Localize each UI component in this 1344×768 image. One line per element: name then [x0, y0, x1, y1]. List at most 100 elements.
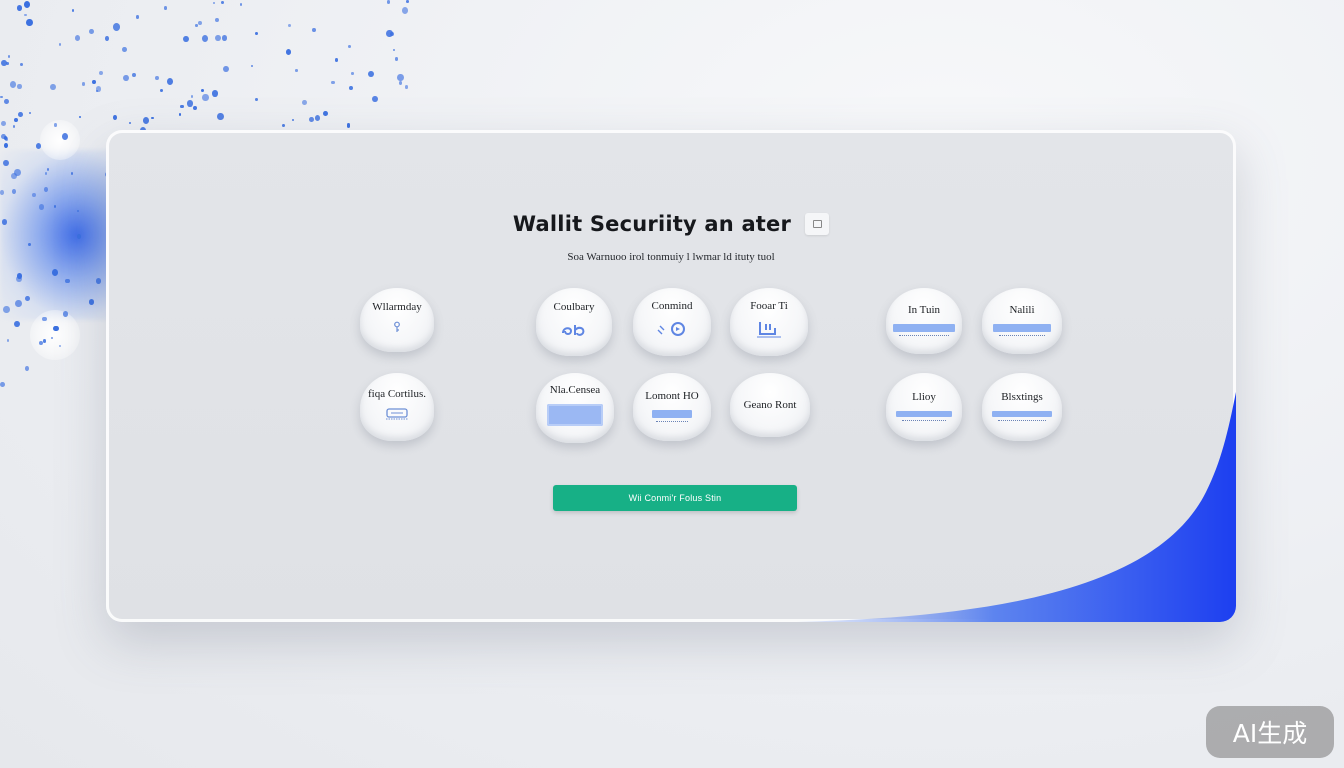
particle-dot: [24, 366, 29, 371]
particle-dot: [200, 88, 205, 93]
particle-dot: [0, 95, 3, 99]
particle-dot: [314, 114, 321, 121]
particle-dot: [213, 1, 216, 5]
option-tile-geano-ront[interactable]: Geano Ront: [730, 373, 810, 437]
particle-dot: [331, 80, 335, 85]
panel-title: Wallit Securiity an ater: [512, 212, 792, 236]
toggle-bar-icon: [896, 411, 952, 421]
particle-dot: [347, 44, 351, 49]
particle-dot: [186, 100, 193, 107]
particle-dot: [63, 311, 68, 317]
particle-dot: [393, 49, 396, 52]
toggle-bar-icon: [993, 324, 1051, 336]
continue-button[interactable]: Wii Conmi'r Folus Stin: [553, 485, 797, 511]
particle-dot: [135, 15, 140, 19]
particle-dot: [193, 105, 198, 111]
particle-dot: [255, 31, 259, 35]
particle-dot: [212, 90, 218, 97]
particle-dot: [39, 340, 44, 345]
option-tile-conmind[interactable]: Conmind: [633, 288, 711, 356]
option-label: Blsxtings: [1001, 391, 1043, 403]
option-tile-nla-censea[interactable]: Nla.Censea: [536, 373, 614, 443]
particle-dot: [112, 115, 118, 121]
particle-dot: [53, 325, 59, 332]
particle-dot: [43, 186, 49, 192]
option-tile-fiqa-cortilus[interactable]: fiqa Cortilus.: [360, 373, 434, 441]
particle-dot: [16, 273, 22, 279]
particle-dot: [386, 0, 391, 5]
particle-dot: [155, 76, 159, 81]
particle-dot: [49, 83, 56, 90]
option-tile-blsxtings[interactable]: Blsxtings: [982, 373, 1062, 441]
particle-dot: [151, 116, 154, 120]
particle-dot: [74, 35, 81, 41]
particle-dot: [0, 381, 6, 388]
particle-dot: [222, 35, 228, 41]
option-label: Llioy: [912, 391, 936, 403]
particle-dot: [180, 104, 184, 109]
particle-dot: [220, 0, 224, 4]
particle-dot: [255, 97, 259, 102]
particle-dot: [39, 204, 45, 210]
panel-header: Wallit Securiity an ater: [106, 212, 1236, 236]
particle-dot: [322, 111, 328, 117]
option-tile-coulbary[interactable]: Coulbary: [536, 288, 612, 356]
particle-dot: [92, 80, 96, 84]
particle-dot: [24, 1, 31, 8]
particle-dot: [351, 72, 354, 75]
particle-glow: [40, 120, 80, 160]
particle-dot: [386, 30, 393, 38]
particle-dot: [24, 295, 30, 302]
particle-dot: [61, 132, 69, 140]
particle-dot: [16, 4, 23, 12]
particle-dot: [251, 64, 254, 67]
particle-dot: [239, 3, 243, 6]
ai-generated-badge: AI生成: [1206, 706, 1334, 758]
option-tile-llioy[interactable]: Llioy: [886, 373, 962, 441]
particle-dot: [197, 20, 202, 26]
particle-dot: [7, 339, 10, 342]
particle-dot: [32, 193, 36, 197]
particle-dot: [166, 78, 173, 85]
particle-dot: [190, 94, 193, 98]
particle-dot: [96, 86, 102, 92]
option-tile-fooar-ti[interactable]: Fooar Ti: [730, 288, 808, 356]
toggle-bar-icon: [992, 411, 1052, 421]
particle-dot: [295, 69, 298, 73]
option-label: fiqa Cortilus.: [367, 388, 427, 400]
particle-dot: [7, 55, 11, 59]
particle-dot: [82, 82, 86, 86]
particle-dot: [18, 111, 24, 118]
option-tile-wllarmday[interactable]: Wllarmday: [360, 288, 434, 352]
key-icon: [392, 321, 402, 333]
particle-dot: [163, 6, 168, 11]
particle-dot: [217, 113, 224, 121]
particle-dot: [334, 57, 339, 62]
particle-dot: [65, 278, 70, 284]
particle-dot: [404, 85, 408, 89]
info-icon[interactable]: [805, 213, 830, 235]
particle-dot: [4, 99, 9, 105]
particle-dot: [397, 73, 405, 81]
particle-dot: [128, 121, 131, 124]
option-label: Fooar Ti: [750, 300, 788, 312]
particle-dot: [3, 159, 9, 166]
particle-dot: [89, 29, 94, 35]
page-root: Wallit Securiity an ater Soa Warnuoo iro…: [0, 0, 1344, 768]
option-tile-in-tuin[interactable]: In Tuin: [886, 288, 962, 354]
security-panel: Wallit Securiity an ater Soa Warnuoo iro…: [106, 130, 1236, 622]
particle-dot: [309, 117, 314, 123]
option-tile-lomont-ho[interactable]: Lomont HO: [633, 373, 711, 441]
particle-dot: [2, 305, 10, 314]
option-label: Nla.Censea: [549, 384, 601, 396]
particle-dot: [98, 70, 103, 75]
particle-dot: [311, 27, 316, 32]
option-tile-nalili[interactable]: Nalili: [982, 288, 1062, 354]
particle-dot: [142, 117, 149, 124]
particle-dot: [367, 70, 374, 78]
particle-dot: [50, 336, 53, 339]
particle-dot: [14, 320, 20, 328]
particle-dot: [104, 35, 110, 42]
toggle-bar-icon: [893, 324, 955, 336]
particle-dot: [123, 74, 130, 82]
